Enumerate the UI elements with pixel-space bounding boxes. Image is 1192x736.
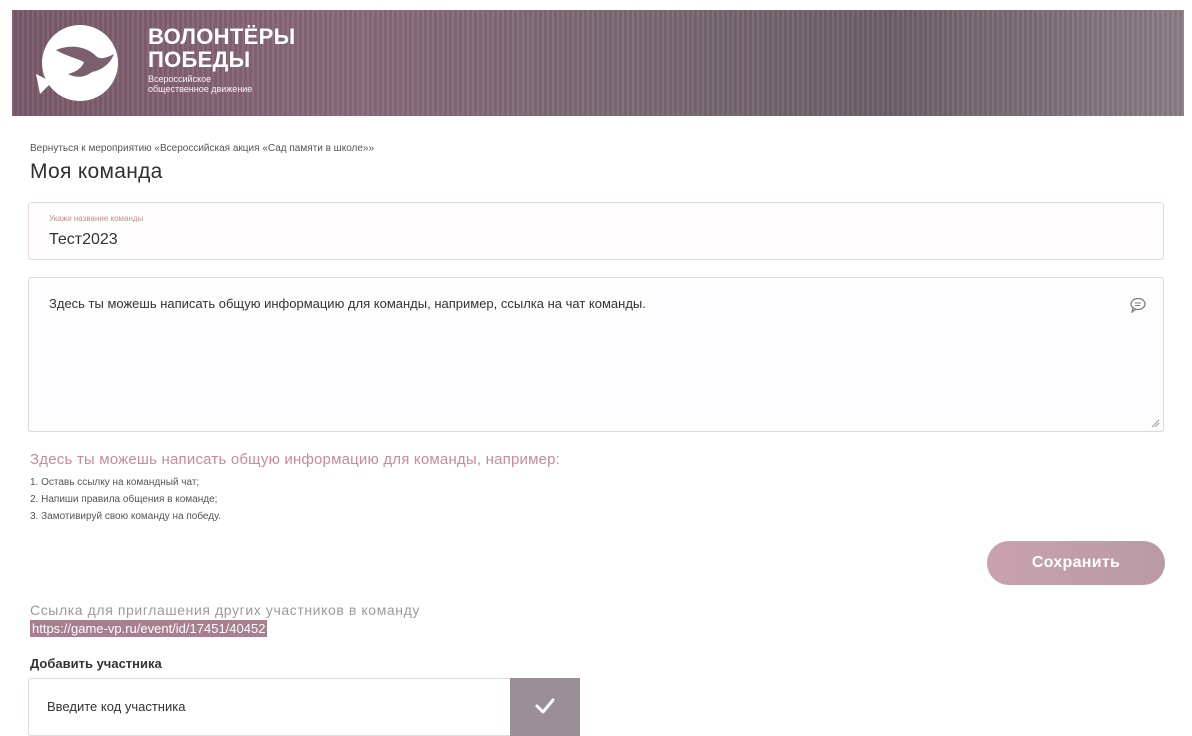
chat-icon[interactable] xyxy=(1129,296,1147,314)
hint-list: 1. Оставь ссылку на командный чат; 2. На… xyxy=(30,474,221,525)
add-member-title: Добавить участника xyxy=(30,656,162,671)
hint-item: 3. Замотивируй свою команду на победу. xyxy=(30,511,221,522)
resize-handle-icon[interactable] xyxy=(1151,419,1160,428)
logo-subtitle-line1: Всероссийское xyxy=(148,74,212,84)
team-info-text: Здесь ты можешь написать общую информаци… xyxy=(49,296,646,311)
add-member-confirm-button[interactable] xyxy=(510,678,580,736)
logo-title-line1: ВОЛОНТЁРЫ xyxy=(148,24,296,49)
hint-item: 2. Напиши правила общения в команде; xyxy=(30,494,218,505)
logo-subtitle-line2: общественное движение xyxy=(148,84,253,94)
member-code-input[interactable] xyxy=(47,699,487,714)
invite-link-title: Ссылка для приглашения других участников… xyxy=(30,602,421,618)
team-info-textarea[interactable]: Здесь ты можешь написать общую информаци… xyxy=(28,277,1164,432)
back-to-event-link[interactable]: Вернуться к мероприятию «Всероссийская а… xyxy=(30,143,374,154)
invite-link[interactable]: https://game-vp.ru/event/id/17451/40452 xyxy=(30,620,268,637)
member-code-field[interactable] xyxy=(28,678,510,736)
logo-title-line2: ПОБЕДЫ xyxy=(148,47,251,72)
team-name-input[interactable] xyxy=(49,231,649,249)
page-title: Моя команда xyxy=(30,160,163,183)
team-name-field[interactable]: Укажи название команды xyxy=(28,202,1164,260)
hint-item: 1. Оставь ссылку на командный чат; xyxy=(30,477,200,488)
checkmark-icon xyxy=(535,698,555,713)
team-name-label: Укажи название команды xyxy=(49,214,144,223)
hint-title: Здесь ты можешь написать общую информаци… xyxy=(30,451,561,468)
save-button[interactable]: Сохранить xyxy=(987,541,1165,585)
logo-text: ВОЛОНТЁРЫ ПОБЕДЫ Всероссийское обществен… xyxy=(148,24,296,95)
dove-logo-icon xyxy=(36,25,118,101)
header-banner: ВОЛОНТЁРЫ ПОБЕДЫ Всероссийское обществен… xyxy=(12,10,1184,116)
